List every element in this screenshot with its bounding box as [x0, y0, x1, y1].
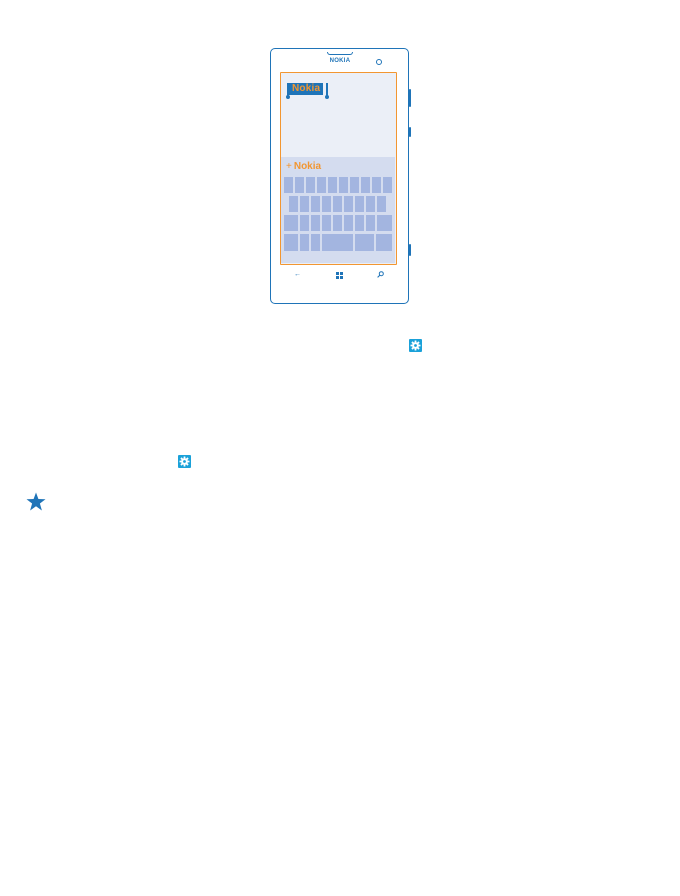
keyboard-key[interactable] [300, 196, 309, 212]
keyboard-key[interactable] [350, 177, 359, 193]
phone-screen: Nokia + Nokia [280, 72, 397, 265]
keyboard-key[interactable] [344, 196, 353, 212]
space-key[interactable] [322, 234, 353, 251]
phone-illustration: NOKIA Nokia + Nokia ← [270, 48, 411, 304]
keyboard-key[interactable] [361, 177, 370, 193]
keyboard-key[interactable] [383, 177, 392, 193]
keyboard-key[interactable] [289, 196, 298, 212]
backspace-key[interactable] [377, 215, 392, 231]
earpiece-speaker [327, 52, 353, 55]
keyboard-key[interactable] [328, 177, 337, 193]
add-word-icon: + [286, 161, 292, 172]
symbols-key[interactable] [284, 234, 298, 251]
keyboard-key[interactable] [372, 177, 381, 193]
keyboard-key[interactable] [339, 177, 348, 193]
keyboard-key[interactable] [306, 177, 315, 193]
keyboard-key[interactable] [311, 196, 320, 212]
search-icon[interactable] [377, 271, 384, 280]
windows-start-icon[interactable] [336, 272, 343, 279]
period-key[interactable] [355, 234, 374, 251]
keyboard-key[interactable] [366, 215, 375, 231]
emoji-key[interactable] [300, 234, 309, 251]
settings-gear-icon [409, 339, 422, 352]
keyboard-area: + Nokia [281, 157, 395, 263]
settings-gear-icon [178, 455, 191, 468]
enter-key[interactable] [376, 234, 392, 251]
suggestion-label: Nokia [293, 161, 322, 172]
comma-key[interactable] [311, 234, 320, 251]
selection-handle-end[interactable] [324, 83, 329, 99]
keyboard-key[interactable] [317, 177, 326, 193]
back-arrow-icon[interactable]: ← [294, 271, 301, 278]
word-suggestion[interactable]: + Nokia [286, 160, 321, 174]
keyboard-key[interactable] [355, 196, 364, 212]
front-camera [376, 59, 382, 65]
tip-star-icon [26, 492, 46, 516]
brand-logo: NOKIA [329, 58, 351, 64]
selected-word[interactable]: Nokia [289, 83, 324, 95]
keyboard-key[interactable] [311, 215, 320, 231]
power-button [409, 127, 411, 137]
keyboard-key[interactable] [284, 177, 293, 193]
shift-key[interactable] [284, 215, 298, 231]
keyboard-key[interactable] [322, 215, 331, 231]
keyboard-key[interactable] [322, 196, 331, 212]
keyboard-key[interactable] [355, 215, 364, 231]
keyboard-key[interactable] [344, 215, 353, 231]
volume-button [409, 89, 411, 107]
keyboard-key[interactable] [300, 215, 309, 231]
keyboard-key[interactable] [295, 177, 304, 193]
keyboard-key[interactable] [366, 196, 375, 212]
keyboard-key[interactable] [377, 196, 386, 212]
keyboard-key[interactable] [333, 215, 342, 231]
keyboard-key[interactable] [333, 196, 342, 212]
camera-button [409, 244, 411, 256]
